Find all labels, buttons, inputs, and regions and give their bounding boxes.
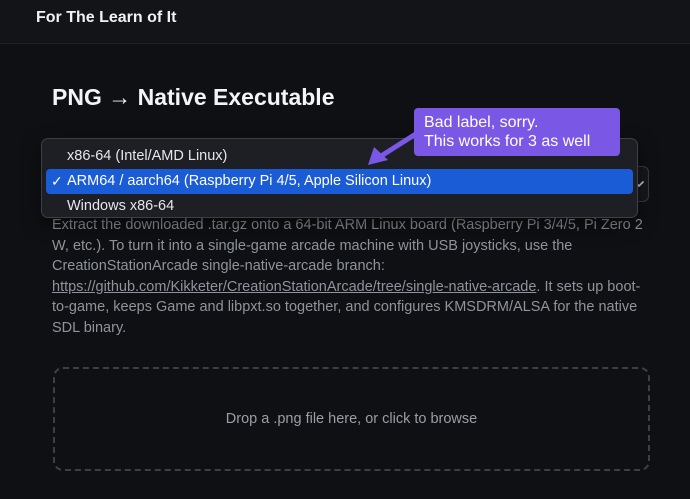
option-label: ARM64 / aarch64 (Raspberry Pi 4/5, Apple… [67, 173, 432, 189]
dropzone-label: Drop a .png file here, or click to brows… [225, 411, 478, 427]
option-windows-x86-64[interactable]: Windows x86-64 [46, 194, 633, 219]
github-branch-link[interactable]: https://github.com/Kikketer/CreationStat… [52, 279, 536, 295]
main-content: PNG → Native Executable Extract the down… [0, 44, 690, 499]
option-label: Windows x86-64 [67, 198, 175, 214]
png-dropzone[interactable]: Drop a .png file here, or click to brows… [53, 367, 650, 471]
annotation-callout: Bad label, sorry. This works for 3 as we… [414, 108, 620, 156]
app-root: For The Learn of It PNG → Native Executa… [0, 0, 690, 499]
site-brand[interactable]: For The Learn of It [36, 9, 176, 27]
instructions-text: Extract the downloaded .tar.gz onto a 64… [52, 215, 648, 338]
checkmark-icon: ✓ [51, 173, 63, 189]
option-arm64[interactable]: ✓ ARM64 / aarch64 (Raspberry Pi 4/5, App… [46, 169, 633, 194]
annotation-line-2: This works for 3 as well [424, 133, 591, 150]
option-label: x86-64 (Intel/AMD Linux) [67, 148, 228, 164]
instructions-text-before: Extract the downloaded .tar.gz onto a 64… [52, 217, 643, 274]
top-bar: For The Learn of It [0, 0, 690, 44]
page-title: PNG → Native Executable [52, 84, 335, 110]
annotation-line-1: Bad label, sorry. [424, 114, 539, 131]
